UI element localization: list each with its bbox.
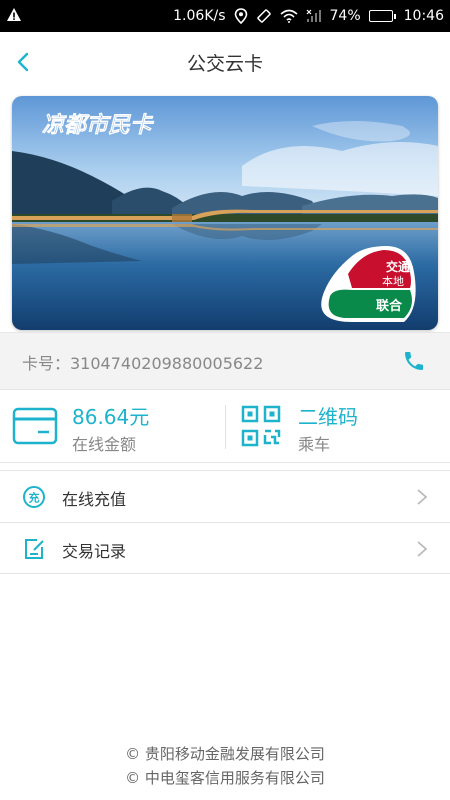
chevron-right-icon — [417, 541, 428, 557]
network-speed: 1.06K/s — [173, 8, 226, 24]
location-icon — [234, 8, 247, 24]
card-area: 交通 本地 联合 凉都市民卡 — [0, 92, 450, 332]
page-title: 公交云卡 — [186, 52, 263, 75]
card-number: 卡号：3104740209880005622 — [22, 354, 264, 373]
record-icon — [25, 539, 44, 559]
clock: 10:46 — [403, 8, 444, 24]
chevron-left-icon[interactable] — [10, 48, 38, 76]
badge-text-transport: 交通 — [386, 259, 410, 274]
battery-icon — [368, 10, 396, 22]
warning-icon — [7, 8, 21, 21]
badge-text-local: 本地 — [382, 274, 404, 288]
badge-text-union: 联合 — [376, 298, 403, 314]
info-row: 86.64元 在线金额 二维码 乘车 — [0, 391, 450, 463]
balance-label: 在线金额 — [72, 435, 137, 454]
citizen-card[interactable]: 交通 本地 联合 凉都市民卡 — [12, 96, 438, 330]
qrcode-ride[interactable]: 二维码 乘车 — [226, 391, 450, 463]
battery-percent: 74% — [329, 8, 361, 24]
card-landscape-image: 交通 本地 联合 凉都市民卡 — [12, 96, 438, 330]
balance-amount: 86.64元 — [72, 405, 150, 429]
card-number-row: 卡号：3104740209880005622 — [0, 332, 450, 390]
signal-icon — [306, 9, 321, 22]
svg-text:充: 充 — [29, 491, 40, 505]
card-icon — [12, 407, 58, 445]
app-header: 公交云卡 — [0, 32, 450, 92]
status-bar: 1.06K/s 74% 10:46 — [0, 0, 450, 32]
qrcode-label: 乘车 — [298, 435, 331, 454]
footer: © 贵阳移动金融发展有限公司 © 中电玺客信用服务有限公司 — [0, 742, 450, 790]
online-balance[interactable]: 86.64元 在线金额 — [0, 391, 224, 463]
menu-item-label: 在线充值 — [62, 490, 127, 509]
menu-item-label: 交易记录 — [62, 542, 127, 561]
card-name: 凉都市民卡 — [42, 112, 154, 138]
menu-list: 充 在线充值 交易记录 — [0, 470, 450, 574]
wifi-icon — [279, 9, 298, 23]
vibrate-icon — [256, 9, 271, 23]
menu-item-records[interactable]: 交易记录 — [0, 522, 450, 574]
qrcode-title: 二维码 — [298, 405, 358, 429]
recharge-icon: 充 — [23, 486, 45, 508]
chevron-right-icon — [417, 489, 428, 505]
copyright-line-2: © 中电玺客信用服务有限公司 — [125, 769, 325, 787]
phone-icon[interactable] — [402, 349, 426, 373]
qrcode-icon — [241, 405, 281, 447]
menu-item-recharge[interactable]: 充 在线充值 — [0, 470, 450, 522]
copyright-line-1: © 贵阳移动金融发展有限公司 — [125, 745, 325, 763]
